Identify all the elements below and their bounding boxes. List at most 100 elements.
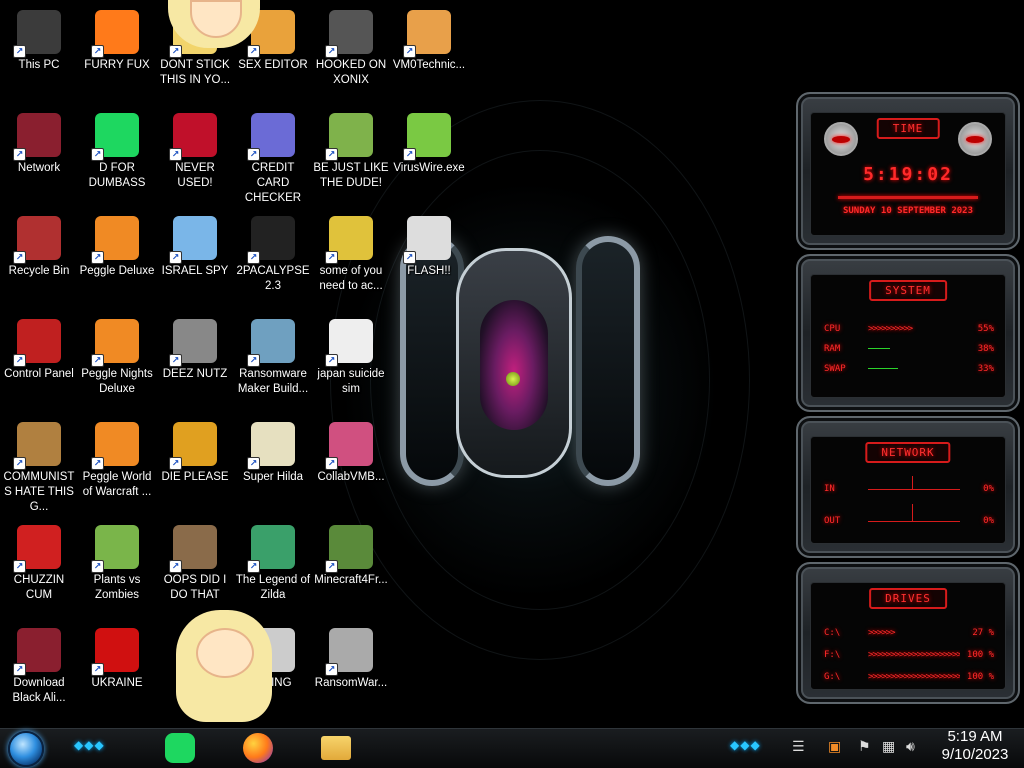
volume-icon[interactable]: 🔊︎ [906,738,915,755]
network-tray-icon[interactable]: ▦ [882,738,895,755]
shortcut-arrow-icon: ↗ [247,148,260,161]
taskbar-firefox-button[interactable] [240,730,276,766]
desktop-icon[interactable]: ↗ DIE PLEASE [156,416,234,516]
desktop-icon[interactable]: ↗ UKRAINE [78,622,156,722]
limewire-icon: ↗ [403,113,451,161]
desktop-icon[interactable]: ↗ Super Hilda [234,416,312,516]
desktop-icon-label: NEVER USED! [175,162,215,189]
desktop-icon[interactable]: ↗ Download Black Ali... [0,622,78,722]
network-out-meter: OUT 0% [824,504,994,526]
desktop-icon[interactable]: ↗ HOOKED ON XONIX [312,4,390,104]
network-out-value: 0% [983,516,994,526]
ransomware-builder-icon: ↗ [247,319,295,367]
desktop-icon[interactable]: ↗ 2PACALYPSE 2.3 [234,210,312,310]
desktop-icon[interactable]: ↗ COMMUNISTS HATE THIS G... [0,416,78,516]
flag-icon[interactable]: ⚑ [858,738,871,755]
shortcut-arrow-icon: ↗ [247,45,260,58]
shortcut-arrow-icon: ↗ [325,354,338,367]
desktop-icon[interactable]: ↗ The Legend of Zilda [234,519,312,619]
desktop-icon-label: COMMUNISTS HATE THIS G... [3,471,75,513]
desktop-icon-label: Peggle World of Warcraft ... [82,471,152,498]
shortcut-arrow-icon: ↗ [247,354,260,367]
start-button[interactable] [8,731,44,767]
taskbar-deco-right: ◆◆◆ [730,738,761,752]
shortcut-arrow-icon: ↗ [325,251,338,264]
desktop-icon[interactable]: ↗ Peggle World of Warcraft ... [78,416,156,516]
desktop-icon[interactable]: ↗ BE JUST LIKE THE DUDE! [312,107,390,207]
ram-bar [868,344,960,354]
shortcut-arrow-icon: ↗ [247,560,260,573]
shortcut-arrow-icon: ↗ [13,457,26,470]
terminal-icon: ↗ [247,216,295,264]
network-in-graph [868,476,960,494]
shortcut-arrow-icon: ↗ [403,148,416,161]
shortcut-arrow-icon: ↗ [13,663,26,676]
desktop-icon[interactable]: ↗ Peggle Deluxe [78,210,156,310]
desktop-icon[interactable]: ↗ FLASH!! [390,210,468,310]
shortcut-arrow-icon: ↗ [169,354,182,367]
cpu-meter: CPU >>>>>>>>>> 55% [824,324,994,334]
desktop-icon[interactable]: ↗ ISRAEL SPY [156,210,234,310]
this-pc-icon: ↗ [13,10,61,58]
network-in-label: IN [824,484,835,494]
taskbar-file-explorer-button[interactable] [318,730,354,766]
shortcut-arrow-icon: ↗ [13,45,26,58]
cpu-value: 55% [977,324,994,334]
network-widget: NETWORK IN 0% OUT 0% [796,416,1020,558]
desktop-icon[interactable]: ↗ CollabVMB... [312,416,390,516]
ram-value: 38% [977,344,994,354]
desktop-icon[interactable]: ↗ CREDIT CARD CHECKER [234,107,312,207]
desktop-icon[interactable]: ↗ Ransomware Maker Build... [234,313,312,413]
desktop-icon[interactable]: ↗ CHUZZIN CUM [0,519,78,619]
desktop-icon[interactable]: ↗ Minecraft4Fr... [312,519,390,619]
desktop-icon-label: Peggle Nights Deluxe [81,368,153,395]
desktop-icon[interactable]: ↗ VM0Technic... [390,4,468,104]
drive-g-meter: G:\ >>>>>>>>>>>>>>>>>>>>>>> 100 % [824,672,994,682]
credit-card-icon: ↗ [247,113,295,161]
desktop-icon[interactable]: ↗ D FOR DUMBASS [78,107,156,207]
chuzzle-icon: ↗ [13,525,61,573]
desktop-icon-label: The Legend of Zilda [235,574,311,601]
drive-c-meter: C:\ >>>>>> 27 % [824,628,994,638]
desktop-icon[interactable]: ↗ Control Panel [0,313,78,413]
shortcut-arrow-icon: ↗ [13,354,26,367]
desktop-icon[interactable]: ↗ some of you need to ac... [312,210,390,310]
desktop-icon[interactable]: ↗ RansomWar... [312,622,390,722]
taskbar-clock[interactable]: 5:19 AM 9/10/2023 [930,728,1020,764]
drive-f-bar: >>>>>>>>>>>>>>>>>>>>>>> [868,650,960,660]
desktop-icon-label: DEEZ NUTZ [162,368,228,380]
shortcut-arrow-icon: ↗ [325,457,338,470]
tray-app-icon[interactable]: ▣ [828,738,841,755]
desktop-icon[interactable]: ↗ Recycle Bin [0,210,78,310]
show-hidden-icons-button[interactable]: ☰ [792,738,805,755]
desktop-icon[interactable]: ↗ japan suicide sim [312,313,390,413]
desktop-icon[interactable]: ↗ NEVER USED! [156,107,234,207]
desktop-icon-label: 2PACALYPSE 2.3 [236,265,310,292]
desktop-icon[interactable]: ↗ This PC [0,4,78,104]
elf-icon: ↗ [325,113,373,161]
desktop-icon[interactable]: ↗ Peggle Nights Deluxe [78,313,156,413]
wallpaper-core-glow [480,300,548,430]
taskbar-spotify-button[interactable] [162,730,198,766]
drive-c-bar: >>>>>> [868,628,896,638]
desktop-icon[interactable]: ↗ OOPS DID I DO THAT [156,519,234,619]
character-face-bottom [196,628,254,678]
cpu-label: CPU [824,324,841,334]
desktop-icon-label: RansomWar... [314,677,388,689]
desktop-icon-label: CREDIT CARD CHECKER [244,162,302,204]
control-panel-icon: ↗ [13,319,61,367]
spotify-icon: ↗ [91,113,139,161]
stack-windows-icon: ↗ [169,319,217,367]
desktop-icon[interactable]: ↗ DEEZ NUTZ [156,313,234,413]
desktop-icon[interactable]: ↗ FURRY FUX [78,4,156,104]
desktop-icon[interactable]: ↗ VirusWire.exe [390,107,468,207]
desktop-icon-label: Network [17,162,61,174]
desktop-icon[interactable]: ↗ Network [0,107,78,207]
desktop-icon[interactable]: ↗ Plants vs Zombies [78,519,156,619]
beaver-icon: ↗ [325,216,373,264]
desktop-icon-label: FURRY FUX [84,59,150,71]
desktop-icon-label: Minecraft4Fr... [314,574,388,586]
desktop-icon-label: UKRAINE [91,677,143,689]
shortcut-arrow-icon: ↗ [169,148,182,161]
drive-c-label: C:\ [824,628,841,638]
